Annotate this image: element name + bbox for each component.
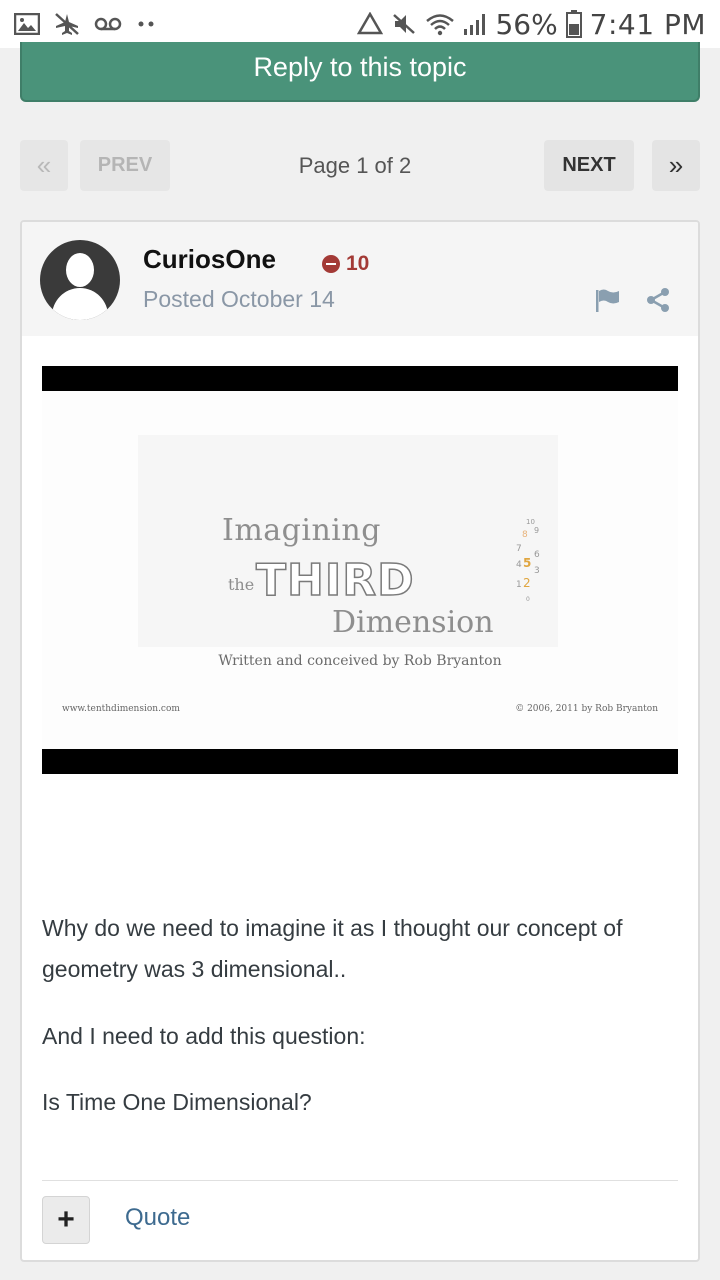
video-number-decoration: 8 <box>522 530 528 540</box>
video-title-dimension: Dimension <box>332 605 494 640</box>
battery-icon <box>565 10 582 38</box>
double-chevron-right-icon: » <box>668 150 684 180</box>
mute-icon <box>393 14 416 34</box>
video-number-decoration: 4 <box>516 560 522 570</box>
video-number-decoration: 3 <box>534 566 540 576</box>
battery-percent: 56% <box>495 7 558 41</box>
reputation-badge: 10 <box>322 252 369 276</box>
video-letterbox-bottom <box>42 749 678 774</box>
status-bar: 56% 7:41 PM <box>0 0 720 48</box>
post-paragraph: And I need to add this question: <box>42 1023 366 1049</box>
avatar[interactable] <box>40 240 120 320</box>
video-number-decoration: 1 <box>516 580 522 590</box>
post-footer-divider <box>42 1180 678 1181</box>
last-page-button[interactable]: » <box>652 140 700 191</box>
prev-page-button[interactable]: PREV <box>80 140 170 191</box>
author-name[interactable]: CuriosOne <box>143 244 276 275</box>
video-number-decoration: 0 <box>526 596 530 603</box>
video-number-decoration: 9 <box>534 526 540 535</box>
video-letterbox-top <box>42 366 678 391</box>
video-title-the: the <box>228 575 255 594</box>
post-card: CuriosOne 10 Posted October 14 Imagining… <box>20 220 700 1262</box>
avatar-head-shape <box>66 253 94 287</box>
multiquote-add-button[interactable]: + <box>42 1196 90 1244</box>
post-paragraph: Is Time One Dimensional? <box>42 1089 312 1115</box>
flag-icon[interactable] <box>594 288 622 312</box>
video-credit: Written and conceived by Rob Bryanton <box>218 653 502 669</box>
airplane-off-icon <box>55 13 79 35</box>
wifi-icon <box>426 14 455 36</box>
reputation-count: 10 <box>346 252 370 275</box>
post-paragraph: Why do we need to imagine it as I though… <box>42 915 623 982</box>
page-indicator: Page 1 of 2 <box>298 152 412 178</box>
video-title-imagining: Imagining <box>222 513 381 548</box>
pagination: « PREV Page 1 of 2 NEXT » <box>20 140 700 192</box>
first-page-button[interactable]: « <box>20 140 68 191</box>
image-icon <box>14 13 40 35</box>
status-right: 56% 7:41 PM <box>357 8 706 41</box>
clock: 7:41 PM <box>589 7 706 41</box>
recycle-icon <box>357 12 384 35</box>
next-page-button[interactable]: NEXT <box>544 140 634 191</box>
topic-page: Reply to this topic « PREV Page 1 of 2 N… <box>0 42 720 1280</box>
voicemail-icon <box>94 17 122 31</box>
dots-icon <box>138 21 154 27</box>
video-number-decoration: 6 <box>534 550 540 560</box>
video-site: www.tenthdimension.com <box>62 704 180 714</box>
signal-icon <box>464 14 486 35</box>
video-title-third: THIRD <box>255 554 415 607</box>
minus-circle-icon <box>322 255 340 273</box>
video-number-decoration: 7 <box>516 544 522 554</box>
share-icon[interactable] <box>646 288 670 312</box>
post-header: CuriosOne 10 Posted October 14 <box>22 222 698 336</box>
avatar-body-shape <box>52 288 108 320</box>
video-number-decoration: 5 <box>523 556 532 570</box>
video-copyright: © 2006, 2011 by Rob Bryanton <box>515 704 658 714</box>
video-number-decoration: 10 <box>526 518 535 526</box>
video-number-decoration: 2 <box>523 576 531 590</box>
embedded-video[interactable]: Imagining the THIRD Dimension 10 8 9 7 6… <box>42 366 678 774</box>
reply-to-topic-button[interactable]: Reply to this topic <box>20 42 700 102</box>
video-frame: Imagining the THIRD Dimension 10 8 9 7 6… <box>42 391 678 749</box>
post-date: Posted October 14 <box>143 286 335 312</box>
status-left-icons <box>14 12 156 36</box>
double-chevron-left-icon: « <box>36 150 52 180</box>
quote-link[interactable]: Quote <box>125 1204 190 1232</box>
